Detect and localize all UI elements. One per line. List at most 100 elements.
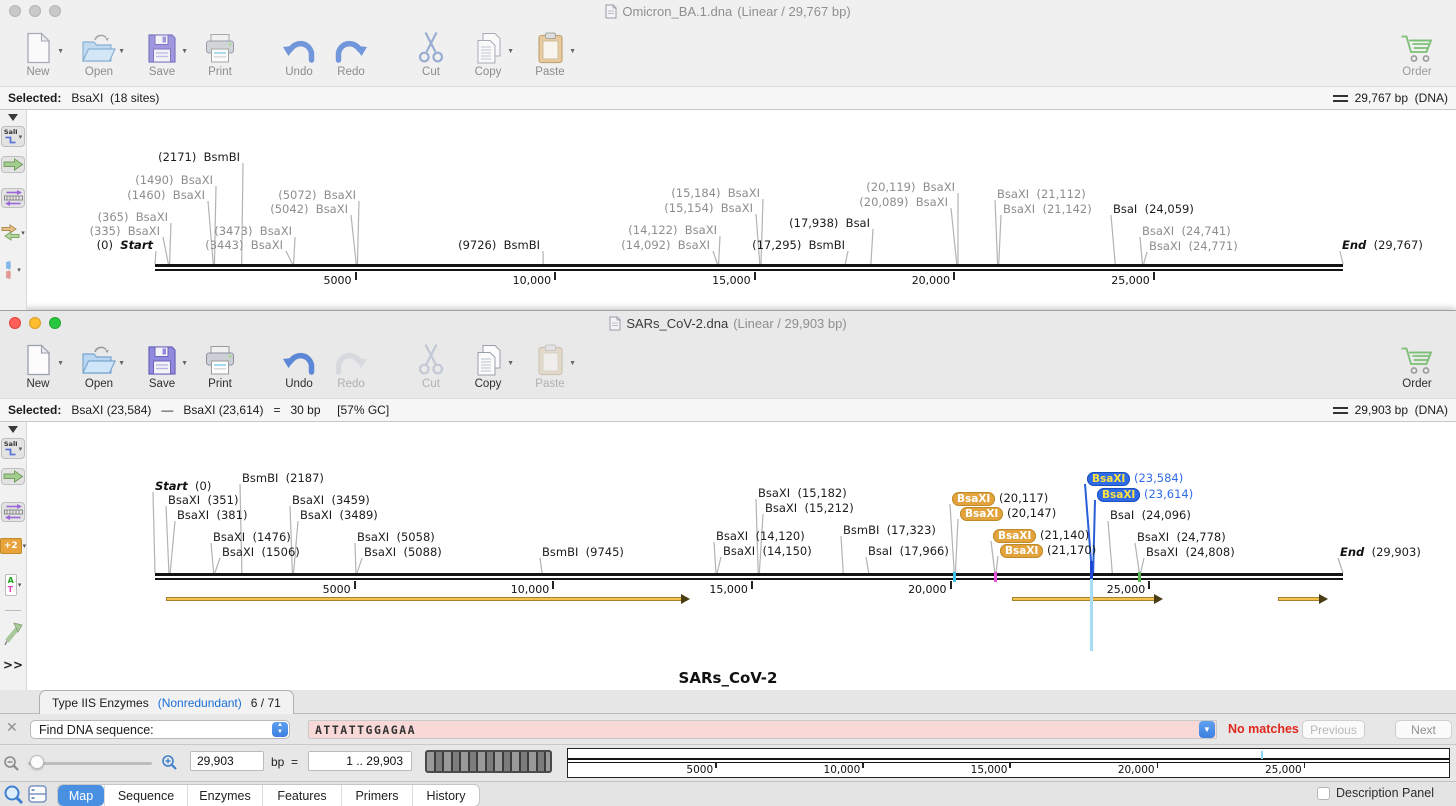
print-button[interactable]: Print (193, 338, 247, 390)
enzyme-site-label[interactable]: BsaXI (1506) (222, 546, 300, 559)
traffic-lights[interactable] (9, 5, 61, 17)
visible-length-field[interactable] (190, 751, 264, 771)
enzyme-site-label[interactable]: (17,295) BsmBI (752, 239, 845, 252)
enzymes-button[interactable]: SalI ▾ (1, 438, 25, 459)
enzyme-site-label[interactable]: BsaXI (21,170) (1000, 544, 1096, 558)
enzyme-site-label[interactable]: End (29,903) (1340, 546, 1421, 559)
dropdown-caret-icon[interactable]: ▾ (17, 266, 21, 274)
find-type-select[interactable]: Find DNA sequence: ▲ ▼ (30, 720, 290, 739)
dropdown-caret-icon[interactable]: ▾ (19, 133, 23, 141)
enzyme-site-label[interactable]: BsmBI (17,323) (843, 524, 936, 537)
enzyme-site-label[interactable]: BsaI (24,059) (1113, 203, 1194, 216)
dropdown-caret-icon[interactable]: ▾ (21, 229, 25, 237)
enzyme-site-label[interactable]: BsaXI (5088) (364, 546, 442, 559)
enzyme-site-label[interactable]: BsaXI (15,182) (758, 487, 847, 500)
enzyme-site-label[interactable]: BsmBI (9745) (542, 546, 624, 559)
enzymes-button[interactable]: SalI ▾ (1, 126, 25, 147)
next-button[interactable]: Next (1395, 720, 1452, 739)
enzyme-site-label[interactable]: (17,938) BsaI (789, 217, 870, 230)
redo-button[interactable]: Redo (324, 26, 378, 78)
enzyme-site-label[interactable]: (5042) BsaXI (270, 203, 348, 216)
enzyme-site-label[interactable]: BsaXI (351) (168, 494, 238, 507)
enzyme-site-label[interactable]: BsaXI (24,778) (1137, 531, 1226, 544)
tab-history[interactable]: History (412, 785, 479, 806)
enzyme-site-label[interactable]: BsaXI (14,150) (723, 545, 812, 558)
primers-button[interactable] (1, 188, 25, 208)
tab-primers[interactable]: Primers (341, 785, 412, 806)
split-view-icon[interactable] (28, 785, 47, 803)
linear-map-omicron[interactable]: 5000 10,000 15,000 20,000 25,000 (0) Start (33… (0, 110, 1456, 310)
new-button[interactable]: ▼ New (11, 26, 65, 78)
expand-panel-button[interactable]: >> (0, 658, 26, 672)
previous-button[interactable]: Previous (1302, 720, 1365, 739)
translation-button[interactable]: ▾ (0, 260, 26, 280)
tab-map[interactable]: Map (58, 785, 104, 806)
save-button[interactable]: ▼ Save (135, 26, 189, 78)
enzyme-site-label[interactable]: (5072) BsaXI (278, 189, 356, 202)
enzyme-site-label[interactable]: BsaXI (24,741) (1142, 225, 1231, 238)
length-indicator[interactable]: 29,767 bp (DNA) (1355, 91, 1448, 105)
titlebar-sars-cov-2[interactable]: SARs_CoV-2.dna (Linear / 29,903 bp) (0, 310, 1456, 335)
select-stepper-icon[interactable]: ▲ ▼ (272, 722, 288, 737)
dropdown-caret-icon[interactable]: ▾ (23, 542, 27, 550)
overview-minimap[interactable]: 5000 10,000 15,000 20,000 25,000 (567, 748, 1450, 778)
enzyme-site-label[interactable]: BsaXI (14,120) (716, 530, 805, 543)
enzyme-set-tab[interactable]: Type IIS Enzymes (Nonredundant) 6 / 71 (39, 690, 294, 714)
enzyme-site-label[interactable]: (1490) BsaXI (135, 174, 213, 187)
close-button[interactable] (9, 5, 21, 17)
paste-button[interactable]: ▼ Paste (523, 26, 577, 78)
enzyme-site-label[interactable]: (3443) BsaXI (205, 239, 283, 252)
dna-colors-button[interactable]: A T ▾ (0, 574, 26, 596)
enzyme-site-label[interactable]: (2171) BsmBI (158, 151, 240, 164)
overview-selection-cursor[interactable] (1261, 751, 1264, 759)
enzyme-site-label[interactable]: BsaXI (24,771) (1149, 240, 1238, 253)
search-icon[interactable] (3, 784, 24, 805)
minimize-button[interactable] (29, 5, 41, 17)
enzyme-site-label[interactable]: (20,089) BsaXI (859, 196, 948, 209)
primer-arrow-button[interactable] (0, 620, 26, 646)
enzyme-site-label[interactable]: (9726) BsmBI (458, 239, 540, 252)
enzyme-site-label[interactable]: End (29,767) (1342, 239, 1423, 252)
enzyme-site-label[interactable]: BsaXI (23,584) (1087, 472, 1183, 486)
enzyme-set-mode-link[interactable]: (Nonredundant) (158, 696, 242, 710)
zoom-in-icon[interactable] (161, 754, 178, 771)
enzyme-site-label[interactable]: BsaI (24,096) (1110, 509, 1191, 522)
primers-button[interactable] (1, 502, 25, 522)
features-button[interactable] (1, 468, 25, 485)
enzyme-site-label[interactable]: BsaI (17,966) (868, 545, 949, 558)
enzyme-site-label[interactable]: (335) BsaXI (90, 225, 160, 238)
enzyme-site-label[interactable]: BsaXI (3489) (300, 509, 378, 522)
enzyme-site-label[interactable]: BsaXI (23,614) (1097, 488, 1193, 502)
enzyme-site-label[interactable]: BsaXI (5058) (357, 531, 435, 544)
zoom-button[interactable] (49, 317, 61, 329)
undo-button[interactable]: Undo (272, 338, 326, 390)
enzyme-site-label[interactable]: (15,154) BsaXI (664, 202, 753, 215)
enzyme-site-label[interactable]: BsaXI (20,117) (952, 492, 1048, 506)
enzyme-site-label[interactable]: BsaXI (21,142) (1003, 203, 1092, 216)
sequence-thumbnail[interactable] (425, 750, 552, 773)
copy-button[interactable]: ▼ Copy (461, 26, 515, 78)
enzyme-site-label[interactable]: BsmBI (2187) (242, 472, 324, 485)
collapse-sidebar-button[interactable] (0, 114, 26, 121)
description-panel-checkbox[interactable] (1317, 786, 1330, 800)
enzyme-site-label[interactable]: BsaXI (21,112) (997, 188, 1086, 201)
enzyme-site-label[interactable]: (1460) BsaXI (127, 189, 205, 202)
enzyme-site-label[interactable]: (0) Start (97, 239, 153, 252)
length-indicator[interactable]: 29,903 bp (DNA) (1355, 403, 1448, 417)
description-panel-toggle[interactable]: Description Panel (1317, 786, 1434, 800)
minimize-button[interactable] (29, 317, 41, 329)
close-find-icon[interactable]: ✕ (6, 719, 18, 736)
dropdown-caret-icon[interactable]: ▾ (19, 445, 23, 453)
enzyme-site-label[interactable]: BsaXI (3459) (292, 494, 370, 507)
traffic-lights[interactable] (9, 317, 61, 329)
zoom-slider-knob[interactable] (30, 755, 44, 769)
zoom-button[interactable] (49, 5, 61, 17)
zoom-slider[interactable] (28, 762, 152, 765)
enzyme-site-label[interactable]: (20,119) BsaXI (866, 181, 955, 194)
collapse-sidebar-button[interactable] (0, 426, 26, 433)
order-button[interactable]: Order (1390, 338, 1444, 390)
zoom-out-icon[interactable] (3, 755, 20, 772)
order-button[interactable]: Order (1390, 26, 1444, 78)
orf-frame-button[interactable]: +2 ▾ (0, 538, 26, 554)
enzyme-site-label[interactable]: BsaXI (1476) (213, 531, 291, 544)
